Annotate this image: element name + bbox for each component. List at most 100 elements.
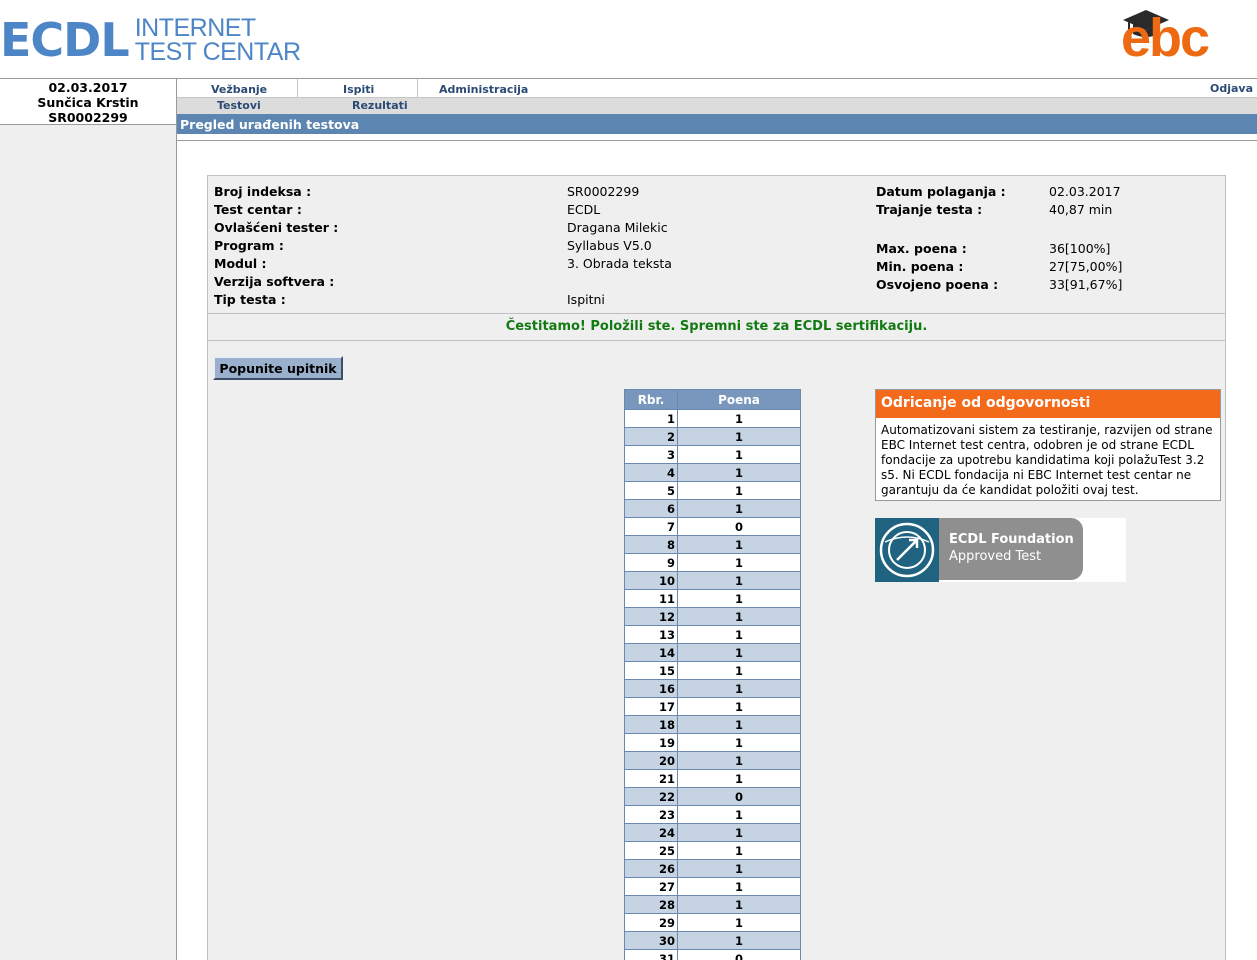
menu-item-vezbanje[interactable]: Vežbanje <box>211 83 267 96</box>
label-modul: Modul : <box>214 256 267 271</box>
table-row: 10 1 <box>624 571 801 590</box>
label-ovlasceni-tester: Ovlašćeni tester : <box>214 220 339 235</box>
value-osvojeno-poena: 33[91,67%] <box>1049 277 1123 292</box>
table-row: 30 1 <box>624 931 801 950</box>
submenu-item-rezultati[interactable]: Rezultati <box>352 99 408 112</box>
cell-poena: 1 <box>677 553 801 572</box>
user-date: 02.03.2017 <box>48 80 128 95</box>
table-row: 17 1 <box>624 697 801 716</box>
cell-rbr: 1 <box>624 409 678 428</box>
cell-rbr: 2 <box>624 427 678 446</box>
cell-rbr: 15 <box>624 661 678 680</box>
column-header-rbr: Rbr. <box>624 389 678 410</box>
label-program: Program : <box>214 238 284 253</box>
menu-item-ispiti[interactable]: Ispiti <box>343 83 374 96</box>
cell-poena: 1 <box>677 463 801 482</box>
approved-badge-emblem <box>875 518 939 582</box>
table-row: 61 <box>624 499 801 518</box>
cell-poena: 1 <box>677 679 801 698</box>
table-row: 26 1 <box>624 859 801 878</box>
value-trajanje-testa: 40,87 min <box>1049 202 1113 217</box>
cell-poena: 1 <box>677 643 801 662</box>
cell-poena: 1 <box>677 427 801 446</box>
table-row: 24 1 <box>624 823 801 842</box>
cell-poena: 1 <box>677 481 801 500</box>
disclaimer-box: Odricanje od odgovornosti Automatizovani… <box>875 389 1221 501</box>
cell-poena: 1 <box>677 499 801 518</box>
table-row: 41 <box>624 463 801 482</box>
ecdl-logo-wordmark: ECDL <box>0 13 130 67</box>
cell-rbr: 9 <box>624 553 678 572</box>
table-row: 28 1 <box>624 895 801 914</box>
label-datum-polaganja: Datum polaganja : <box>876 184 1006 199</box>
table-row: 31 0 <box>624 949 801 960</box>
cell-poena: 1 <box>677 625 801 644</box>
table-header-row: Rbr. Poena <box>624 389 801 410</box>
column-header-poena: Poena <box>677 389 801 410</box>
fill-questionnaire-button[interactable]: Popunite upitnik <box>213 356 343 380</box>
table-row: 27 1 <box>624 877 801 896</box>
table-row: 13 1 <box>624 625 801 644</box>
logout-link[interactable]: Odjava <box>1210 82 1253 95</box>
cell-rbr: 5 <box>624 481 678 500</box>
cell-poena: 1 <box>677 535 801 554</box>
cell-rbr: 13 <box>624 625 678 644</box>
table-row: 14 1 <box>624 643 801 662</box>
ecdl-logo-subtitle: INTERNET TEST CENTAR <box>135 16 301 65</box>
table-row: 31 <box>624 445 801 464</box>
value-tip-testa: Ispitni <box>567 292 605 307</box>
approved-badge-subtitle: Approved Test <box>949 549 1042 564</box>
congratulations-message: Čestitamo! Položili ste. Spremni ste za … <box>208 313 1225 341</box>
cell-poena: 1 <box>677 445 801 464</box>
menu-divider <box>417 79 418 98</box>
user-name: Sunčica Krstin <box>37 95 139 110</box>
cell-rbr: 28 <box>624 895 678 914</box>
cell-poena: 1 <box>677 409 801 428</box>
ecdl-approved-badge: ECDL Foundation Approved Test <box>875 518 1126 582</box>
divider <box>177 140 1257 141</box>
cell-poena: 1 <box>677 751 801 770</box>
cell-poena: 1 <box>677 841 801 860</box>
table-row: 11 <box>624 409 801 428</box>
cell-poena: 0 <box>677 787 801 806</box>
cell-rbr: 19 <box>624 733 678 752</box>
cell-rbr: 12 <box>624 607 678 626</box>
cell-rbr: 17 <box>624 697 678 716</box>
table-row: 15 1 <box>624 661 801 680</box>
label-broj-indeksa: Broj indeksa : <box>214 184 312 199</box>
user-info: 02.03.2017 Sunčica Krstin SR0002299 <box>0 79 176 125</box>
table-row: 70 <box>624 517 801 536</box>
cell-rbr: 31 <box>624 949 678 960</box>
cell-poena: 1 <box>677 733 801 752</box>
menu-item-administracija[interactable]: Administracija <box>439 83 528 96</box>
cell-poena: 1 <box>677 805 801 824</box>
ecdl-logo: ECDL INTERNET TEST CENTAR <box>0 14 301 66</box>
results-table: Rbr. Poena 1 1 2 1 3 1 4 1 5 1 6 1 7 0 8 1 9 1 10 1 11 1 12 1 13… <box>624 389 801 960</box>
main-menu: Vežbanje Ispiti Administracija Odjava Te… <box>177 78 1257 114</box>
submenu-item-testovi[interactable]: Testovi <box>217 99 261 112</box>
value-modul: 3. Obrada teksta <box>567 256 672 271</box>
cell-poena: 1 <box>677 607 801 626</box>
cell-poena: 1 <box>677 589 801 608</box>
table-row: 25 1 <box>624 841 801 860</box>
table-row: 12 1 <box>624 607 801 626</box>
cell-rbr: 27 <box>624 877 678 896</box>
page-title: Pregled urađenih testova <box>180 117 360 132</box>
cell-rbr: 11 <box>624 589 678 608</box>
value-broj-indeksa: SR0002299 <box>567 184 640 199</box>
value-max-poena: 36[100%] <box>1049 241 1111 256</box>
cell-poena: 0 <box>677 517 801 536</box>
menu-primary: Vežbanje Ispiti Administracija Odjava <box>177 79 1257 98</box>
value-test-centar: ECDL <box>567 202 601 217</box>
table-row: 29 1 <box>624 913 801 932</box>
cell-rbr: 26 <box>624 859 678 878</box>
disclaimer-title: Odricanje od odgovornosti <box>876 390 1220 418</box>
label-test-centar: Test centar : <box>214 202 302 217</box>
value-program: Syllabus V5.0 <box>567 238 652 253</box>
cell-rbr: 23 <box>624 805 678 824</box>
left-panel: 02.03.2017 Sunčica Krstin SR0002299 <box>0 78 177 960</box>
cell-rbr: 20 <box>624 751 678 770</box>
approved-badge-title: ECDL Foundation <box>949 532 1074 547</box>
cell-rbr: 14 <box>624 643 678 662</box>
cell-rbr: 3 <box>624 445 678 464</box>
